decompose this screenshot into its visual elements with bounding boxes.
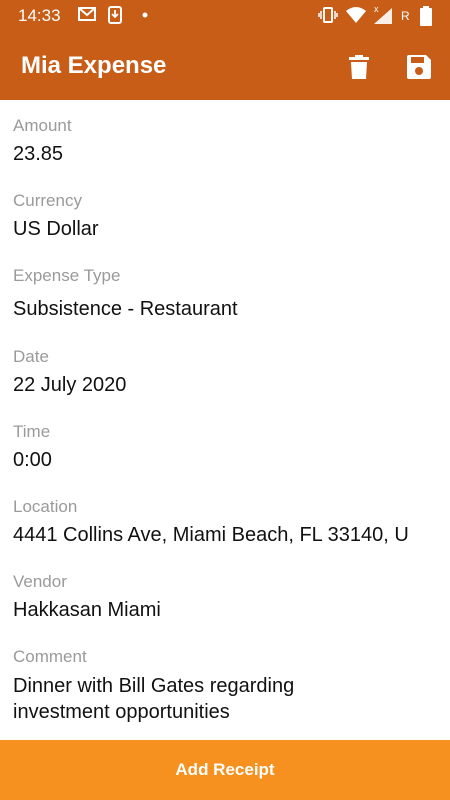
delete-button[interactable]	[343, 51, 375, 83]
app-bar: Mia Expense	[0, 33, 450, 100]
vendor-field[interactable]: Hakkasan Miami	[13, 599, 161, 622]
currency-field[interactable]: US Dollar	[13, 218, 99, 241]
battery-icon	[420, 6, 432, 26]
time-field[interactable]: 0:00	[13, 449, 52, 472]
comment-label: Comment	[13, 647, 87, 666]
dot-icon	[142, 12, 148, 18]
expense-type-label: Expense Type	[13, 266, 121, 285]
status-time: 14:33	[18, 6, 61, 25]
date-label: Date	[13, 347, 49, 366]
amount-label: Amount	[13, 116, 72, 135]
status-bar: 14:33 x R	[0, 0, 450, 33]
date-field[interactable]: 22 July 2020	[13, 374, 126, 397]
vendor-label: Vendor	[13, 572, 67, 591]
wifi-icon	[346, 7, 366, 23]
currency-label: Currency	[13, 191, 82, 210]
signal-icon: x	[374, 4, 392, 24]
save-button[interactable]	[403, 51, 435, 83]
time-label: Time	[13, 422, 51, 441]
roaming-icon: R	[401, 9, 410, 22]
floppy-disk-icon	[407, 55, 431, 79]
add-receipt-button[interactable]: Add Receipt	[0, 740, 450, 800]
location-field[interactable]: 4441 Collins Ave, Miami Beach, FL 33140,…	[13, 524, 450, 547]
svg-text:R: R	[401, 9, 410, 22]
page-title: Mia Expense	[21, 52, 167, 79]
vibrate-icon	[318, 7, 338, 23]
gmail-icon	[78, 7, 96, 21]
trash-icon	[349, 55, 369, 79]
amount-field[interactable]: 23.85	[13, 143, 63, 166]
expense-type-field[interactable]: Subsistence - Restaurant	[13, 298, 238, 321]
comment-field[interactable]: Dinner with Bill Gates regarding investm…	[13, 673, 343, 725]
location-label: Location	[13, 497, 78, 516]
download-icon	[108, 6, 122, 24]
svg-text:x: x	[374, 4, 379, 14]
